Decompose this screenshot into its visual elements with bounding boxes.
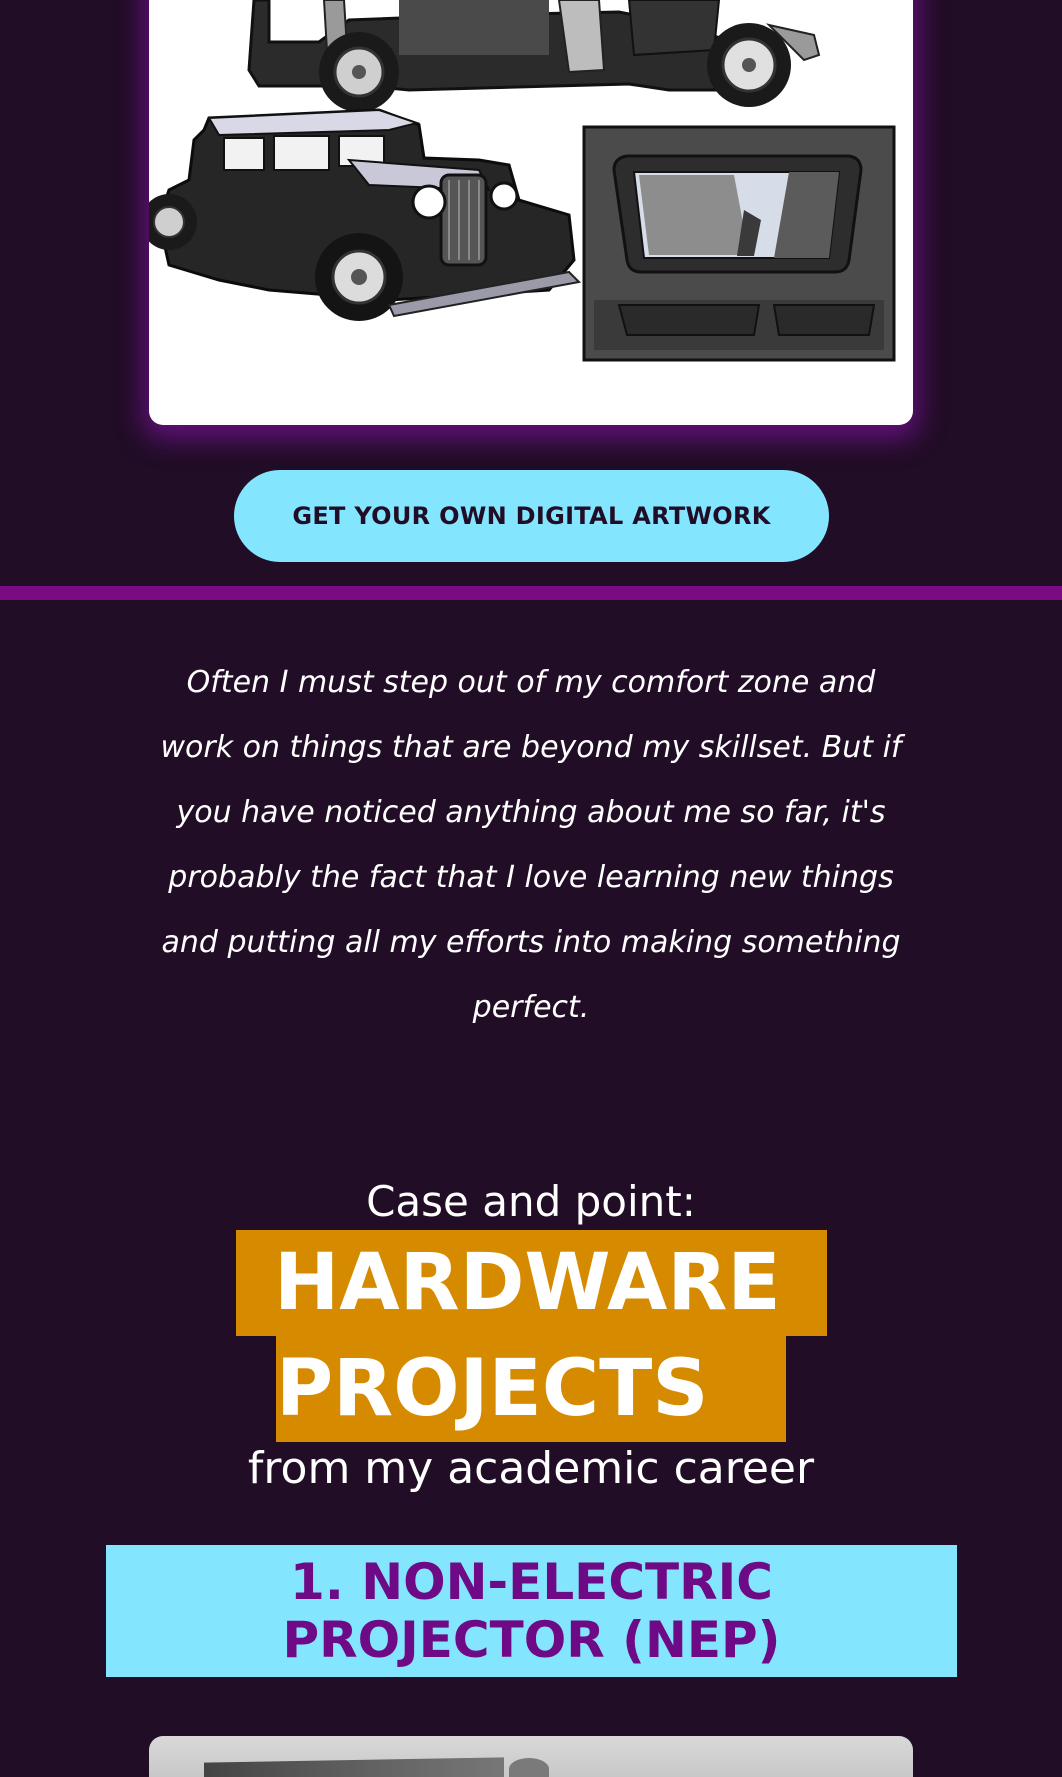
project-title: 1. NON-ELECTRIC PROJECTOR (NEP) bbox=[282, 1553, 781, 1669]
case-outro-text: from my academic career bbox=[247, 1443, 815, 1494]
digital-artwork-image bbox=[149, 0, 896, 362]
case-intro-text: Case and point: bbox=[366, 1177, 696, 1226]
project-image-object-2 bbox=[509, 1758, 549, 1777]
digital-artwork-card bbox=[149, 0, 913, 425]
section-divider bbox=[0, 586, 1062, 600]
artwork-panel-sunroof bbox=[582, 125, 896, 362]
intro-quote: Often I must step out of my comfort zone… bbox=[160, 665, 902, 1025]
heading-highlight-projects: PROJECTS bbox=[276, 1336, 786, 1442]
heading-highlight-hardware: HARDWARE bbox=[236, 1230, 827, 1336]
page: GET YOUR OWN DIGITAL ARTWORK Often I mus… bbox=[0, 0, 1062, 1777]
project-image bbox=[149, 1736, 913, 1777]
get-digital-artwork-button[interactable]: GET YOUR OWN DIGITAL ARTWORK bbox=[234, 470, 829, 562]
artwork-panel-car-front bbox=[149, 108, 582, 321]
artwork-panel-car-doors-open bbox=[247, 0, 821, 112]
project-title-banner: 1. NON-ELECTRIC PROJECTOR (NEP) bbox=[106, 1545, 957, 1677]
project-image-object bbox=[204, 1757, 504, 1777]
